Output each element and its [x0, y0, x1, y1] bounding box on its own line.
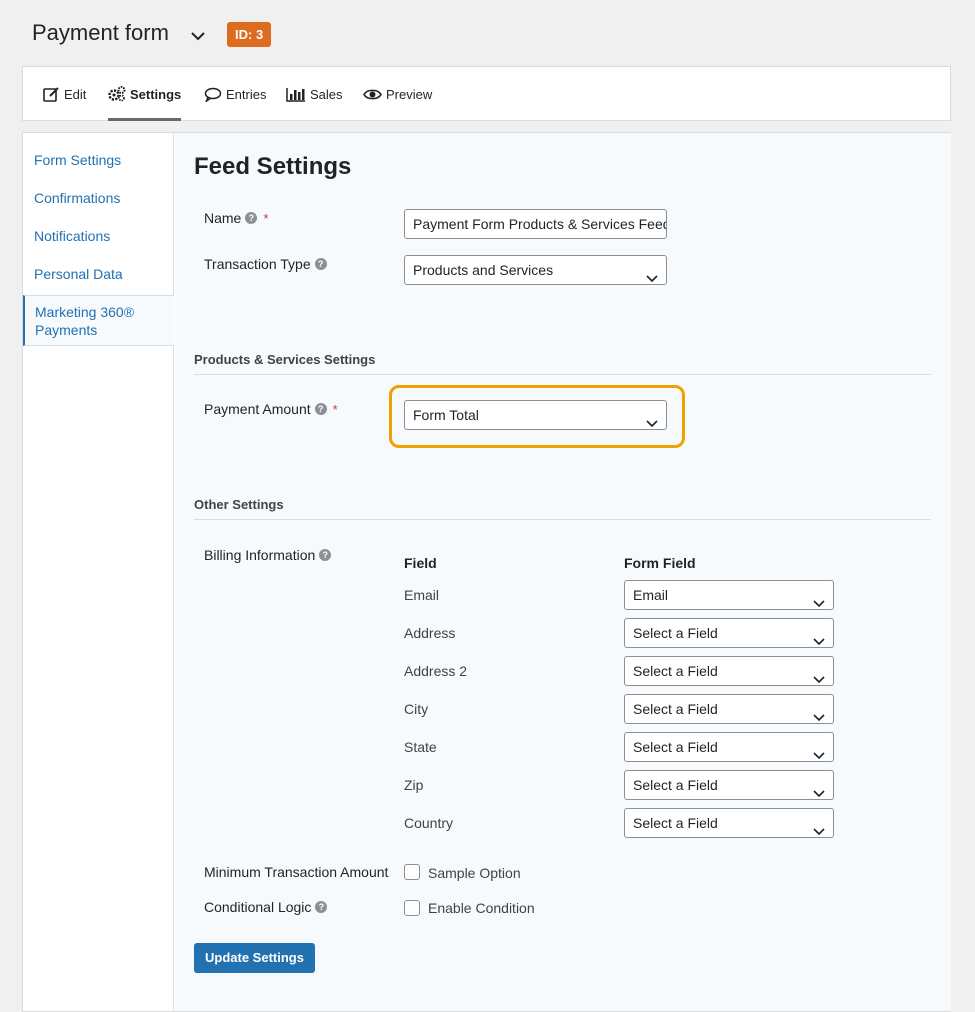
billing-form-field-value: Select a Field	[633, 815, 718, 831]
billing-field-label: State	[404, 739, 437, 755]
billing-form-field-value: Select a Field	[633, 701, 718, 717]
chevron-down-icon	[813, 818, 825, 836]
chevron-down-icon	[646, 265, 658, 283]
tab-edit-label: Edit	[64, 86, 87, 102]
chevron-down-icon	[646, 410, 658, 428]
billing-information-label-row: Billing Information ?	[204, 547, 332, 563]
help-icon[interactable]: ?	[319, 549, 332, 561]
sidebar-item-marketing-360-payments[interactable]: Marketing 360® Payments	[23, 295, 174, 346]
feed-settings-content: Feed Settings Name ? * Payment Form Prod…	[175, 133, 951, 1011]
billing-form-field-value: Select a Field	[633, 777, 718, 793]
chevron-down-icon	[813, 742, 825, 760]
page-title: Feed Settings	[194, 153, 352, 180]
sidebar-item-notifications[interactable]: Notifications	[23, 227, 174, 245]
billing-form-field-value: Select a Field	[633, 625, 718, 641]
chevron-down-icon	[813, 590, 825, 608]
required-marker: *	[263, 210, 269, 226]
payment-amount-value: Form Total	[413, 407, 479, 423]
billing-information-label: Billing Information	[204, 547, 316, 563]
settings-sidebar: Form Settings Confirmations Notification…	[23, 133, 174, 1011]
products-services-section-title: Products & Services Settings	[194, 352, 376, 367]
billing-field-label: City	[404, 701, 429, 717]
conditional-logic-label-row: Conditional Logic ?	[204, 899, 328, 915]
bar-chart-icon	[286, 87, 306, 102]
chevron-down-icon[interactable]	[188, 26, 208, 46]
sample-option-checkbox[interactable]	[404, 864, 420, 880]
billing-field-label: Address 2	[404, 663, 468, 679]
billing-col-form-field-header: Form Field	[624, 555, 696, 571]
transaction-type-value: Products and Services	[413, 262, 554, 278]
chevron-down-icon	[813, 628, 825, 646]
billing-form-field-select[interactable]: Select a Field	[624, 732, 834, 762]
billing-form-field-value: Select a Field	[633, 739, 718, 755]
conditional-logic-label: Conditional Logic	[204, 899, 312, 915]
billing-form-field-select[interactable]: Select a Field	[624, 808, 834, 838]
update-settings-button[interactable]: Update Settings	[194, 943, 315, 973]
edit-icon	[43, 86, 60, 102]
chevron-down-icon	[813, 666, 825, 684]
sample-option-label[interactable]: Sample Option	[428, 865, 521, 881]
eye-icon	[363, 88, 382, 101]
feed-name-input[interactable]: Payment Form Products & Services Feed	[404, 209, 667, 239]
tab-preview-label: Preview	[386, 86, 433, 102]
name-label: Name	[204, 210, 242, 226]
help-icon[interactable]: ?	[314, 258, 327, 270]
tab-edit[interactable]: Edit	[43, 67, 86, 121]
billing-form-field-select[interactable]: Select a Field	[624, 694, 834, 724]
billing-field-label: Email	[404, 587, 440, 603]
billing-field-label: Country	[404, 815, 454, 831]
transaction-type-label: Transaction Type	[204, 256, 311, 272]
help-icon[interactable]: ?	[245, 212, 258, 224]
form-id-badge: ID: 3	[227, 22, 272, 47]
tab-entries[interactable]: Entries	[204, 67, 266, 121]
payment-amount-label: Payment Amount	[204, 401, 311, 417]
chevron-down-icon	[813, 704, 825, 722]
sidebar-item-personal-data[interactable]: Personal Data	[23, 265, 174, 283]
payment-amount-label-row: Payment Amount ? *	[204, 401, 338, 417]
section-divider	[194, 519, 931, 520]
min-transaction-amount-label: Minimum Transaction Amount	[204, 864, 389, 880]
tab-settings[interactable]: Settings	[108, 67, 182, 121]
help-icon[interactable]: ?	[314, 403, 327, 415]
tab-preview[interactable]: Preview	[363, 67, 432, 121]
sidebar-item-label: Marketing 360® Payments	[35, 304, 135, 338]
tab-settings-label: Settings	[130, 86, 182, 102]
billing-field-label: Address	[404, 625, 456, 641]
sidebar-item-form-settings[interactable]: Form Settings	[23, 151, 174, 169]
billing-field-label: Zip	[404, 777, 424, 793]
speech-bubble-icon	[204, 87, 222, 102]
name-label-row: Name ? *	[204, 210, 268, 226]
form-title: Payment form	[32, 20, 169, 45]
settings-panel: Form Settings Confirmations Notification…	[22, 132, 951, 1012]
tab-entries-label: Entries	[226, 86, 267, 102]
enable-condition-checkbox[interactable]	[404, 900, 420, 916]
other-settings-section-title: Other Settings	[194, 497, 284, 512]
billing-form-field-select[interactable]: Select a Field	[624, 618, 834, 648]
tab-sales-label: Sales	[310, 86, 343, 102]
billing-form-field-select[interactable]: Select a Field	[624, 656, 834, 686]
billing-col-field-header: Field	[404, 555, 437, 571]
transaction-type-select[interactable]: Products and Services	[404, 255, 667, 285]
required-marker: *	[332, 401, 338, 417]
sidebar-item-confirmations[interactable]: Confirmations	[23, 189, 174, 207]
tab-sales[interactable]: Sales	[286, 67, 343, 121]
form-tabs-bar: Edit Settings Entries Sales Preview	[22, 66, 951, 121]
billing-form-field-value: Email	[633, 587, 669, 603]
page-header: Payment form ID: 3	[0, 0, 975, 66]
billing-form-field-select[interactable]: Select a Field	[624, 770, 834, 800]
billing-form-field-value: Select a Field	[633, 663, 718, 679]
section-divider	[194, 374, 931, 375]
chevron-down-icon	[813, 780, 825, 798]
billing-form-field-select[interactable]: Email	[624, 580, 834, 610]
gears-icon	[108, 86, 126, 102]
enable-condition-label[interactable]: Enable Condition	[428, 900, 535, 916]
help-icon[interactable]: ?	[315, 901, 328, 913]
transaction-type-label-row: Transaction Type ?	[204, 256, 327, 272]
payment-amount-select[interactable]: Form Total	[404, 400, 667, 430]
